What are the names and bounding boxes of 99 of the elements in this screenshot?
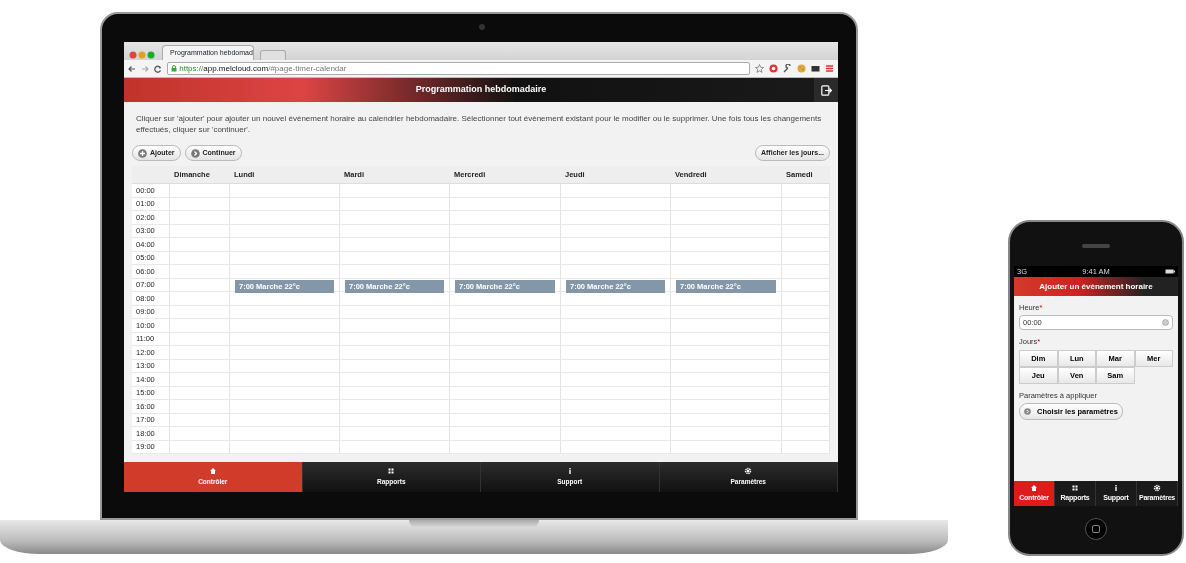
calendar-cell[interactable] [230, 427, 340, 441]
calendar-cell[interactable] [340, 373, 450, 387]
calendar-cell[interactable] [230, 238, 340, 252]
calendar-cell[interactable] [170, 373, 230, 387]
calendar-cell[interactable] [782, 427, 830, 441]
calendar-cell[interactable] [782, 400, 830, 414]
calendar-cell[interactable] [340, 346, 450, 360]
reload-icon[interactable] [154, 64, 162, 73]
calendar-cell[interactable] [340, 427, 450, 441]
calendar-cell[interactable] [450, 211, 561, 225]
calendar-cell[interactable] [170, 427, 230, 441]
menu-icon[interactable] [825, 64, 834, 73]
calendar-cell[interactable] [561, 184, 671, 198]
calendar-cell[interactable] [671, 319, 782, 333]
clear-icon[interactable] [1162, 319, 1169, 327]
calendar-cell[interactable] [671, 400, 782, 414]
calendar-cell[interactable] [450, 373, 561, 387]
grid-icon [387, 467, 396, 476]
calendar-cell[interactable] [450, 184, 561, 198]
header-corner-cell [132, 166, 170, 184]
calendar-cell[interactable] [671, 238, 782, 252]
grid-icon [1071, 483, 1079, 492]
calendar-cell[interactable] [671, 265, 782, 279]
calendar-cell[interactable] [340, 319, 450, 333]
calendar-cell[interactable] [230, 346, 340, 360]
instructions-text: Cliquer sur 'ajouter' pour ajouter un nouvel évènement horaire au calendrier hebdomadaire. Sélectionner tout évènement existant pour le modifier ou le supprimer. Une fois tous les changements effectués, cliquer sur 'continuer'. [135, 113, 823, 136]
calendar-cell[interactable] [671, 346, 782, 360]
calendar-cell[interactable] [782, 238, 830, 252]
calendar-cell[interactable] [340, 400, 450, 414]
calendar-cell[interactable] [561, 373, 671, 387]
calendar-cell[interactable] [230, 184, 340, 198]
calendar-cell[interactable] [170, 211, 230, 225]
calendar-cell[interactable] [450, 265, 561, 279]
calendar-cell[interactable] [450, 427, 561, 441]
calendar-cell[interactable] [671, 373, 782, 387]
calendar-cell[interactable] [782, 211, 830, 225]
page-title: Programmation hebdomadaire [415, 83, 547, 97]
exit-icon [820, 84, 832, 96]
calendar-cell[interactable] [170, 292, 230, 306]
forward-arrow-icon[interactable] [141, 64, 149, 73]
calendar-cell[interactable] [782, 373, 830, 387]
house-icon [208, 467, 217, 476]
calendar-cell[interactable] [450, 238, 561, 252]
settings-icon [1153, 483, 1161, 492]
back-arrow-icon[interactable] [128, 64, 136, 73]
camera-dot [479, 24, 485, 30]
calendar-cell[interactable] [170, 265, 230, 279]
calendar-cell[interactable] [230, 265, 340, 279]
screen-title: Ajouter un évènement horaire [1039, 280, 1153, 293]
calendar-cell[interactable] [671, 427, 782, 441]
calendar-cell[interactable] [561, 265, 671, 279]
calendar-cell[interactable] [340, 184, 450, 198]
house-icon [1030, 483, 1038, 492]
lock-icon [171, 65, 177, 73]
plus-icon [138, 148, 147, 158]
calendar-cell[interactable] [450, 400, 561, 414]
calendar-cell[interactable] [450, 346, 561, 360]
extension-icon[interactable] [769, 64, 778, 73]
calendar-cell[interactable] [230, 211, 340, 225]
chevron-right-icon [1024, 408, 1031, 416]
chevron-right-icon [190, 148, 200, 158]
calendar-cell[interactable] [782, 184, 830, 198]
cookie-icon[interactable] [797, 64, 806, 73]
calendar-cell[interactable] [230, 400, 340, 414]
calendar-cell[interactable] [170, 346, 230, 360]
calendar-cell[interactable] [230, 373, 340, 387]
calendar-cell[interactable] [561, 211, 671, 225]
address-field[interactable]: https://app.melcloud.com/#page-timer-calendar [167, 62, 750, 75]
calendar-cell[interactable] [671, 184, 782, 198]
calendar-cell[interactable] [170, 400, 230, 414]
square-icon [1092, 525, 1100, 533]
screen-icon[interactable] [811, 64, 820, 73]
calendar-cell[interactable] [170, 184, 230, 198]
new-tab-button[interactable] [260, 50, 286, 60]
calendar-cell[interactable] [782, 292, 830, 306]
calendar-cell[interactable] [450, 319, 561, 333]
settings-icon [744, 467, 753, 476]
calendar-cell[interactable] [671, 211, 782, 225]
home-button[interactable] [1085, 518, 1107, 540]
info-icon [1112, 483, 1120, 492]
logout-button[interactable] [814, 78, 838, 102]
calendar-cell[interactable] [230, 319, 340, 333]
calendar-cell[interactable] [782, 265, 830, 279]
calendar-cell[interactable] [561, 319, 671, 333]
calendar-cell[interactable] [340, 211, 450, 225]
calendar-cell[interactable] [561, 238, 671, 252]
window-controls-drawing[interactable] [128, 50, 156, 60]
star-icon[interactable] [755, 64, 764, 73]
calendar-cell[interactable] [340, 238, 450, 252]
calendar-cell[interactable] [170, 319, 230, 333]
calendar-cell[interactable] [170, 238, 230, 252]
calendar-cell[interactable] [782, 319, 830, 333]
calendar-cell[interactable] [561, 400, 671, 414]
speaker-slot [1082, 244, 1110, 248]
calendar-cell[interactable] [340, 265, 450, 279]
calendar-cell[interactable] [561, 427, 671, 441]
battery-icon [1165, 269, 1175, 274]
calendar-cell[interactable] [561, 346, 671, 360]
calendar-cell[interactable] [782, 346, 830, 360]
